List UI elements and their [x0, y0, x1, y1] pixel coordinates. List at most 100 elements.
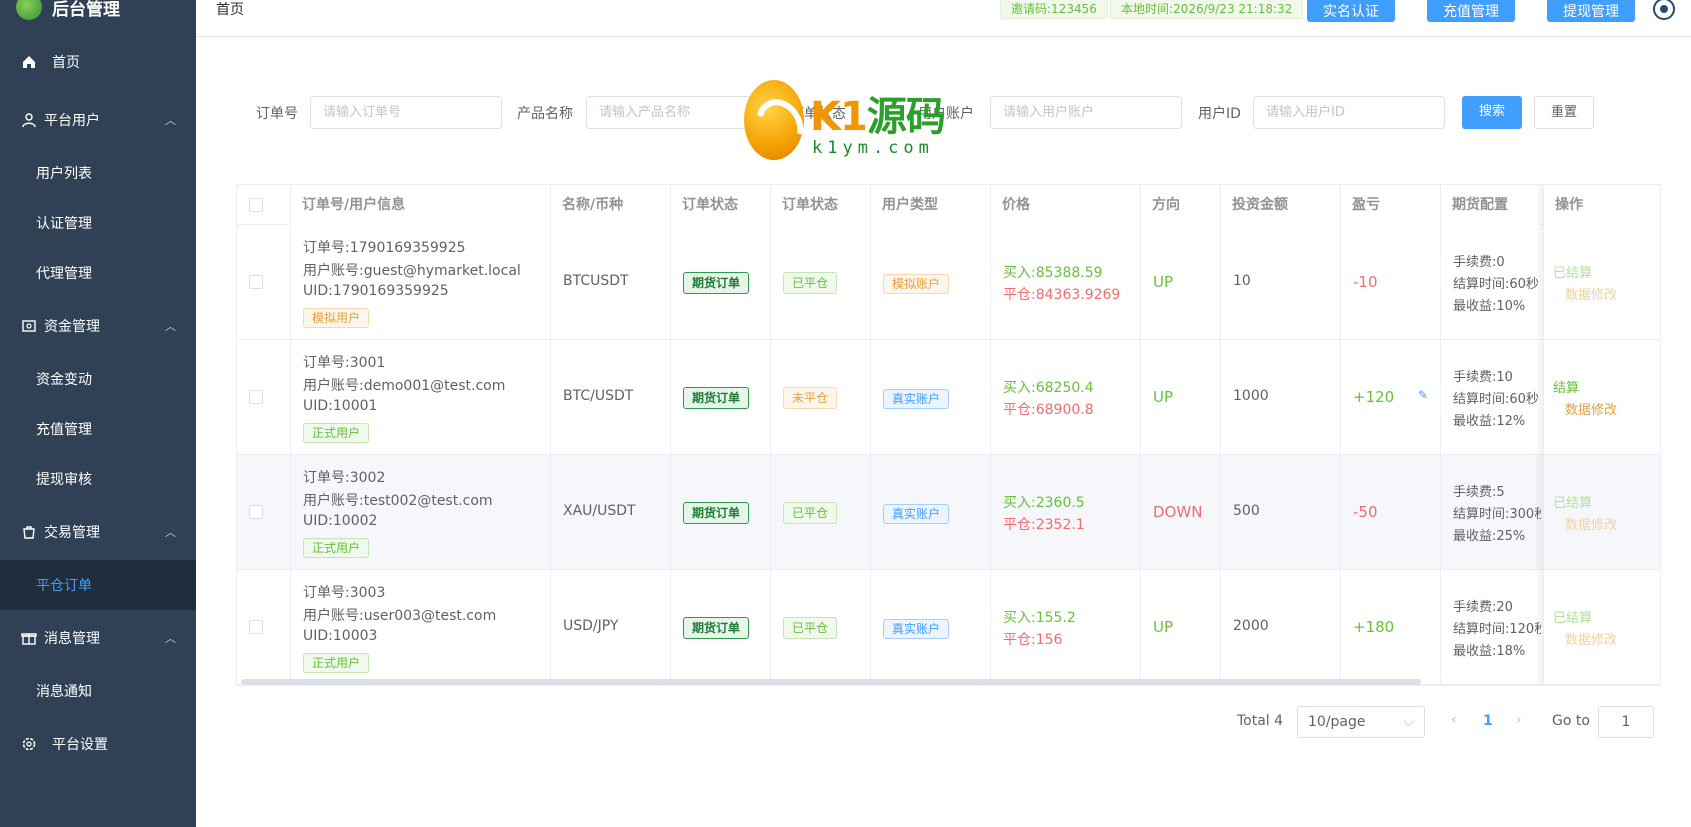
sidebar-subitem-label: 平仓订单: [36, 578, 92, 594]
sidebar-item-closed-orders[interactable]: 平仓订单: [0, 560, 196, 610]
prev-page-icon[interactable]: ‹: [1451, 712, 1457, 728]
goto-page-input[interactable]: 1: [1598, 706, 1654, 738]
sidebar-subitem-label: 提现审核: [36, 472, 92, 488]
page-size-value: 10/page: [1308, 714, 1366, 730]
sidebar-subitem-label: 认证管理: [36, 216, 92, 232]
sidebar-item-label: 消息管理: [44, 631, 100, 647]
product-name-label: 产品名称: [517, 106, 573, 122]
row-checkbox[interactable]: [249, 275, 263, 289]
order-no-input[interactable]: 请输入订单号: [310, 96, 502, 129]
recharge-management-button[interactable]: 充值管理: [1427, 0, 1515, 22]
order-number: 订单号:3003: [303, 585, 386, 601]
sidebar-item-funds[interactable]: 资金管理 ︿: [0, 300, 196, 352]
direction: UP: [1153, 273, 1174, 291]
sidebar-subitem-label: 资金变动: [36, 372, 92, 388]
user-uid: UID:1790169359925: [303, 283, 449, 299]
chevron-up-icon: ︿: [165, 526, 176, 539]
sidebar-item-fund-changes[interactable]: 资金变动: [0, 354, 196, 404]
sidebar: 后台管理 首页 平台用户 ︿ 用户列表 认证管理 代理管理 资金管理 ︿ 资金变…: [0, 0, 196, 827]
order-type-tag: 期货订单: [683, 502, 750, 524]
sidebar-subitem-label: 代理管理: [36, 266, 92, 282]
fee: 手续费:0: [1453, 255, 1505, 270]
order-no-label: 订单号: [256, 106, 298, 122]
row-checkbox[interactable]: [249, 505, 263, 519]
sidebar-item-label: 首页: [52, 55, 80, 71]
pager-total: Total 4: [1237, 713, 1284, 729]
table-row: 订单号:3003 用户账号:user003@test.com UID:10003 正式…: [237, 570, 1660, 685]
sidebar-item-withdraw-review[interactable]: 提现审核: [0, 454, 196, 504]
th-futures-config: 期货配置: [1440, 185, 1540, 225]
table-row: 订单号:3001 用户账号:demo001@test.com UID:10001 正式…: [237, 340, 1660, 455]
user-account-input[interactable]: 请输入用户账户: [990, 96, 1182, 129]
sidebar-item-home[interactable]: 首页: [0, 36, 196, 88]
investment-amount: 500: [1233, 503, 1260, 519]
withdraw-management-button[interactable]: 提现管理: [1547, 0, 1635, 22]
page-number-current[interactable]: 1: [1483, 713, 1493, 729]
close-price: 平仓:156: [1003, 632, 1063, 648]
user-uid: UID:10002: [303, 513, 378, 529]
reset-button[interactable]: 重置: [1534, 96, 1594, 129]
profit-loss: -10: [1353, 273, 1378, 291]
sidebar-item-notifications[interactable]: 消息通知: [0, 666, 196, 716]
sidebar-item-user-list[interactable]: 用户列表: [0, 148, 196, 198]
th-price: 价格: [990, 185, 1140, 225]
real-name-auth-button[interactable]: 实名认证: [1307, 0, 1395, 22]
chevron-down-icon: ⌵: [1403, 714, 1414, 730]
user-type-tag: 正式用户: [303, 423, 370, 443]
th-direction: 方向: [1140, 185, 1220, 225]
sidebar-item-settings[interactable]: 平台设置: [0, 718, 196, 770]
row-checkbox[interactable]: [249, 620, 263, 634]
next-page-icon[interactable]: ›: [1516, 712, 1522, 728]
account-type-tag: 真实账户: [883, 619, 950, 639]
user-id-label: 用户ID: [1198, 106, 1241, 122]
leaf-logo-icon: [16, 0, 42, 20]
search-button[interactable]: 搜索: [1462, 96, 1522, 129]
sidebar-item-platform-users[interactable]: 平台用户 ︿: [0, 94, 196, 146]
sidebar-subitem-label: 充值管理: [36, 422, 92, 438]
row-checkbox[interactable]: [249, 390, 263, 404]
th-user-type: 用户类型: [870, 185, 990, 225]
buy-price: 买入:85388.59: [1003, 265, 1103, 281]
order-number: 订单号:1790169359925: [303, 240, 466, 256]
select-all-checkbox[interactable]: [249, 198, 263, 212]
avatar[interactable]: [1653, 0, 1675, 20]
horizontal-scrollbar[interactable]: [241, 679, 1421, 685]
order-status-tag: 已平仓: [783, 617, 838, 639]
user-id-input[interactable]: 请输入用户ID: [1253, 96, 1445, 129]
user-type-tag: 正式用户: [303, 538, 370, 558]
th-order-type: 订单状态: [670, 185, 770, 225]
min-return: 最收益:10%: [1453, 299, 1526, 314]
order-status-tag: 未平仓: [783, 387, 838, 409]
table-row: 订单号:1790169359925 用户账号:guest@hymarket.loc…: [237, 225, 1660, 340]
sidebar-item-messages[interactable]: 消息管理 ︿: [0, 612, 196, 664]
symbol: USD/JPY: [563, 618, 619, 634]
sidebar-item-recharge[interactable]: 充值管理: [0, 404, 196, 454]
order-status-tag: 已平仓: [783, 272, 838, 294]
fee: 手续费:10: [1453, 370, 1513, 385]
sidebar-item-agents[interactable]: 代理管理: [0, 248, 196, 298]
fee: 手续费:5: [1453, 485, 1505, 500]
profit-loss: -50: [1353, 503, 1378, 521]
settle-time: 结算时间:60秒: [1453, 392, 1539, 407]
sidebar-subitem-label: 用户列表: [36, 166, 92, 182]
close-price: 平仓:68900.8: [1003, 402, 1094, 418]
app-logo: 后台管理: [16, 0, 120, 20]
buy-price: 买入:155.2: [1003, 610, 1076, 626]
sidebar-item-label: 平台设置: [52, 737, 108, 753]
settle-time: 结算时间:60秒: [1453, 277, 1539, 292]
min-return: 最收益:12%: [1453, 414, 1526, 429]
page-size-select[interactable]: 10/page ⌵: [1297, 706, 1425, 738]
gear-icon: [20, 735, 38, 753]
user-type-tag: 正式用户: [303, 653, 370, 673]
user-type-tag: 模拟用户: [303, 308, 370, 328]
table-row: 订单号:3002 用户账号:test002@test.com UID:10002 正式…: [237, 455, 1660, 570]
edit-icon[interactable]: ✎: [1418, 388, 1428, 402]
goto-label: Go to: [1552, 713, 1590, 729]
direction: UP: [1153, 618, 1174, 636]
order-type-tag: 期货订单: [683, 272, 750, 294]
settle-time: 结算时间:120秒: [1453, 622, 1541, 637]
breadcrumb[interactable]: 首页: [216, 0, 244, 19]
fixed-actions-column: [1543, 185, 1660, 685]
sidebar-item-trading[interactable]: 交易管理 ︿: [0, 506, 196, 558]
sidebar-item-verification[interactable]: 认证管理: [0, 198, 196, 248]
